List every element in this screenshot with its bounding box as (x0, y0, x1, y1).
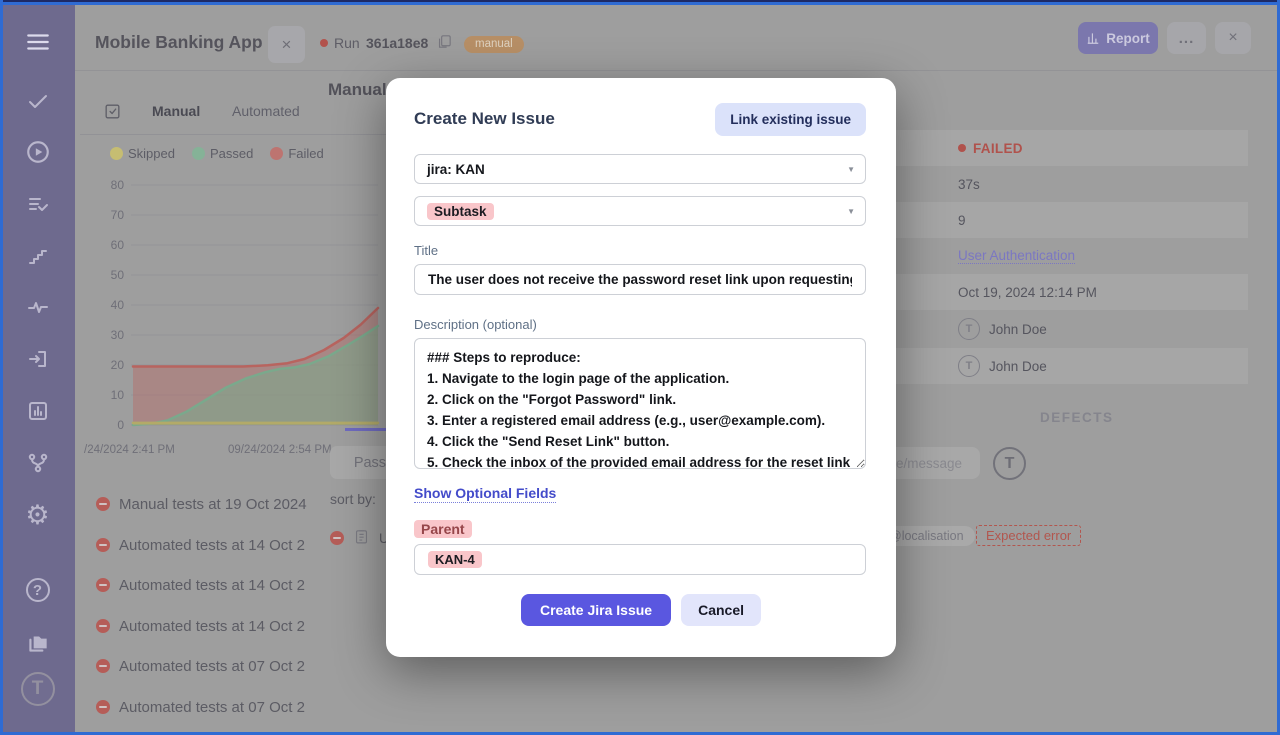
parent-label: Parent (414, 521, 472, 539)
hamburger-menu-icon[interactable] (0, 25, 75, 59)
failed-run-icon (96, 497, 110, 511)
bar-chart-icon[interactable] (0, 394, 75, 428)
chart-divider (80, 134, 386, 135)
parent-issue-input[interactable]: KAN-4 (414, 544, 866, 575)
issue-title-input[interactable] (414, 264, 866, 295)
avatar: T (958, 318, 980, 340)
list-check-icon[interactable] (0, 187, 75, 221)
runs-list-item[interactable]: Manual tests at 19 Oct 2024 (96, 494, 307, 514)
chart-tab-automated[interactable]: Automated (232, 103, 300, 119)
description-textarea[interactable]: ### Steps to reproduce: 1. Navigate to t… (414, 338, 866, 469)
issue-type-select[interactable]: Subtask ▼ (414, 196, 866, 226)
chevron-down-icon: ▼ (847, 207, 855, 216)
run-trend-chart: 80 70 60 50 40 30 20 10 0/24/2024 2:41 PM 09/24/2… (80, 140, 390, 465)
defects-heading: DEFECTS (1040, 410, 1114, 425)
runs-list-item[interactable]: Automated tests at 14 Oct 2 (96, 616, 305, 636)
app-root: ⚙ ? T Mobile Banking App × Run 361a18e8 … (0, 0, 1280, 735)
sort-by-label: sort by: (330, 491, 376, 507)
more-options-icon[interactable]: ... (1167, 22, 1206, 54)
title-label: Title (414, 243, 438, 258)
parent-issue-badge: KAN-4 (428, 551, 482, 568)
close-run-icon[interactable]: × (1215, 22, 1251, 54)
svg-text:50: 50 (111, 268, 125, 282)
project-select[interactable]: jira: KAN ▼ (414, 154, 866, 184)
failed-run-icon (96, 619, 110, 633)
check-icon[interactable] (0, 84, 75, 118)
avatar: T (958, 355, 980, 377)
chevron-down-icon: ▼ (847, 165, 855, 174)
svg-text:80: 80 (111, 178, 125, 192)
failed-run-icon (96, 659, 110, 673)
modal-title: Create New Issue (414, 109, 555, 129)
chart-widget-icon[interactable] (103, 102, 122, 126)
clipboard-icon (353, 528, 370, 548)
run-type-badge: manual (464, 36, 524, 53)
window-frame-top (0, 0, 1280, 2)
run-label: Run (334, 35, 360, 51)
chart-tab-manual[interactable]: Manual (152, 103, 200, 119)
projects-folder-icon[interactable] (0, 626, 75, 660)
cancel-button[interactable]: Cancel (681, 594, 761, 626)
runs-list-item[interactable]: Automated tests at 14 Oct 2 (96, 535, 305, 555)
sidebar: ⚙ ? T (0, 0, 75, 735)
steps-icon[interactable] (0, 239, 75, 273)
svg-text:30: 30 (111, 328, 125, 342)
test-list-row[interactable]: U (330, 528, 389, 548)
modal-actions: Create Jira Issue Cancel (386, 594, 896, 626)
project-tab-close-icon[interactable]: × (268, 26, 305, 63)
failed-status-dot (958, 144, 966, 152)
branch-icon[interactable] (0, 446, 75, 480)
svg-text:60: 60 (111, 238, 125, 252)
failed-run-icon (96, 578, 110, 592)
run-id: 361a18e8 (366, 35, 428, 51)
help-icon[interactable]: ? (0, 573, 75, 607)
svg-text:40: 40 (111, 298, 125, 312)
failed-run-icon (96, 538, 110, 552)
svg-text:/24/2024 2:41 PM: /24/2024 2:41 PM (84, 444, 175, 456)
link-existing-issue-button[interactable]: Link existing issue (715, 103, 866, 136)
copy-icon[interactable] (436, 33, 453, 55)
run-status-dot (320, 39, 328, 47)
failed-test-icon (330, 531, 344, 545)
report-button-label: Report (1106, 31, 1150, 46)
show-optional-fields-link[interactable]: Show Optional Fields (414, 485, 556, 503)
svg-text:20: 20 (111, 358, 125, 372)
runs-list-item[interactable]: Automated tests at 14 Oct 2 (96, 575, 305, 595)
report-button[interactable]: Report (1078, 22, 1158, 54)
description-label: Description (optional) (414, 317, 537, 332)
sign-in-icon[interactable] (0, 342, 75, 376)
play-circle-icon[interactable] (0, 135, 75, 169)
status-badge: FAILED (973, 141, 1023, 156)
testomat-logo-icon[interactable]: T (0, 672, 75, 706)
suite-link[interactable]: User Authentication (958, 248, 1075, 264)
runs-list-item[interactable]: Automated tests at 07 Oct 2 (96, 697, 305, 717)
runs-list-item[interactable]: Automated tests at 07 Oct 2 (96, 656, 305, 676)
expected-error-badge[interactable]: Expected error (976, 525, 1081, 546)
svg-text:0: 0 (117, 418, 124, 432)
assignee-avatar[interactable]: T (993, 447, 1026, 480)
header-divider (75, 70, 1277, 71)
issue-type-badge: Subtask (427, 203, 494, 220)
create-issue-modal: Create New Issue Link existing issue jir… (386, 78, 896, 657)
window-frame-top-blue (0, 2, 1280, 5)
failed-run-icon (96, 700, 110, 714)
project-title: Mobile Banking App (95, 32, 263, 53)
gear-icon[interactable]: ⚙ (0, 498, 75, 532)
svg-text:09/24/2024 2:54 PM: 09/24/2024 2:54 PM (228, 444, 332, 456)
activity-pulse-icon[interactable] (0, 290, 75, 324)
svg-text:70: 70 (111, 208, 125, 222)
create-jira-issue-button[interactable]: Create Jira Issue (521, 594, 671, 626)
svg-text:10: 10 (111, 388, 125, 402)
